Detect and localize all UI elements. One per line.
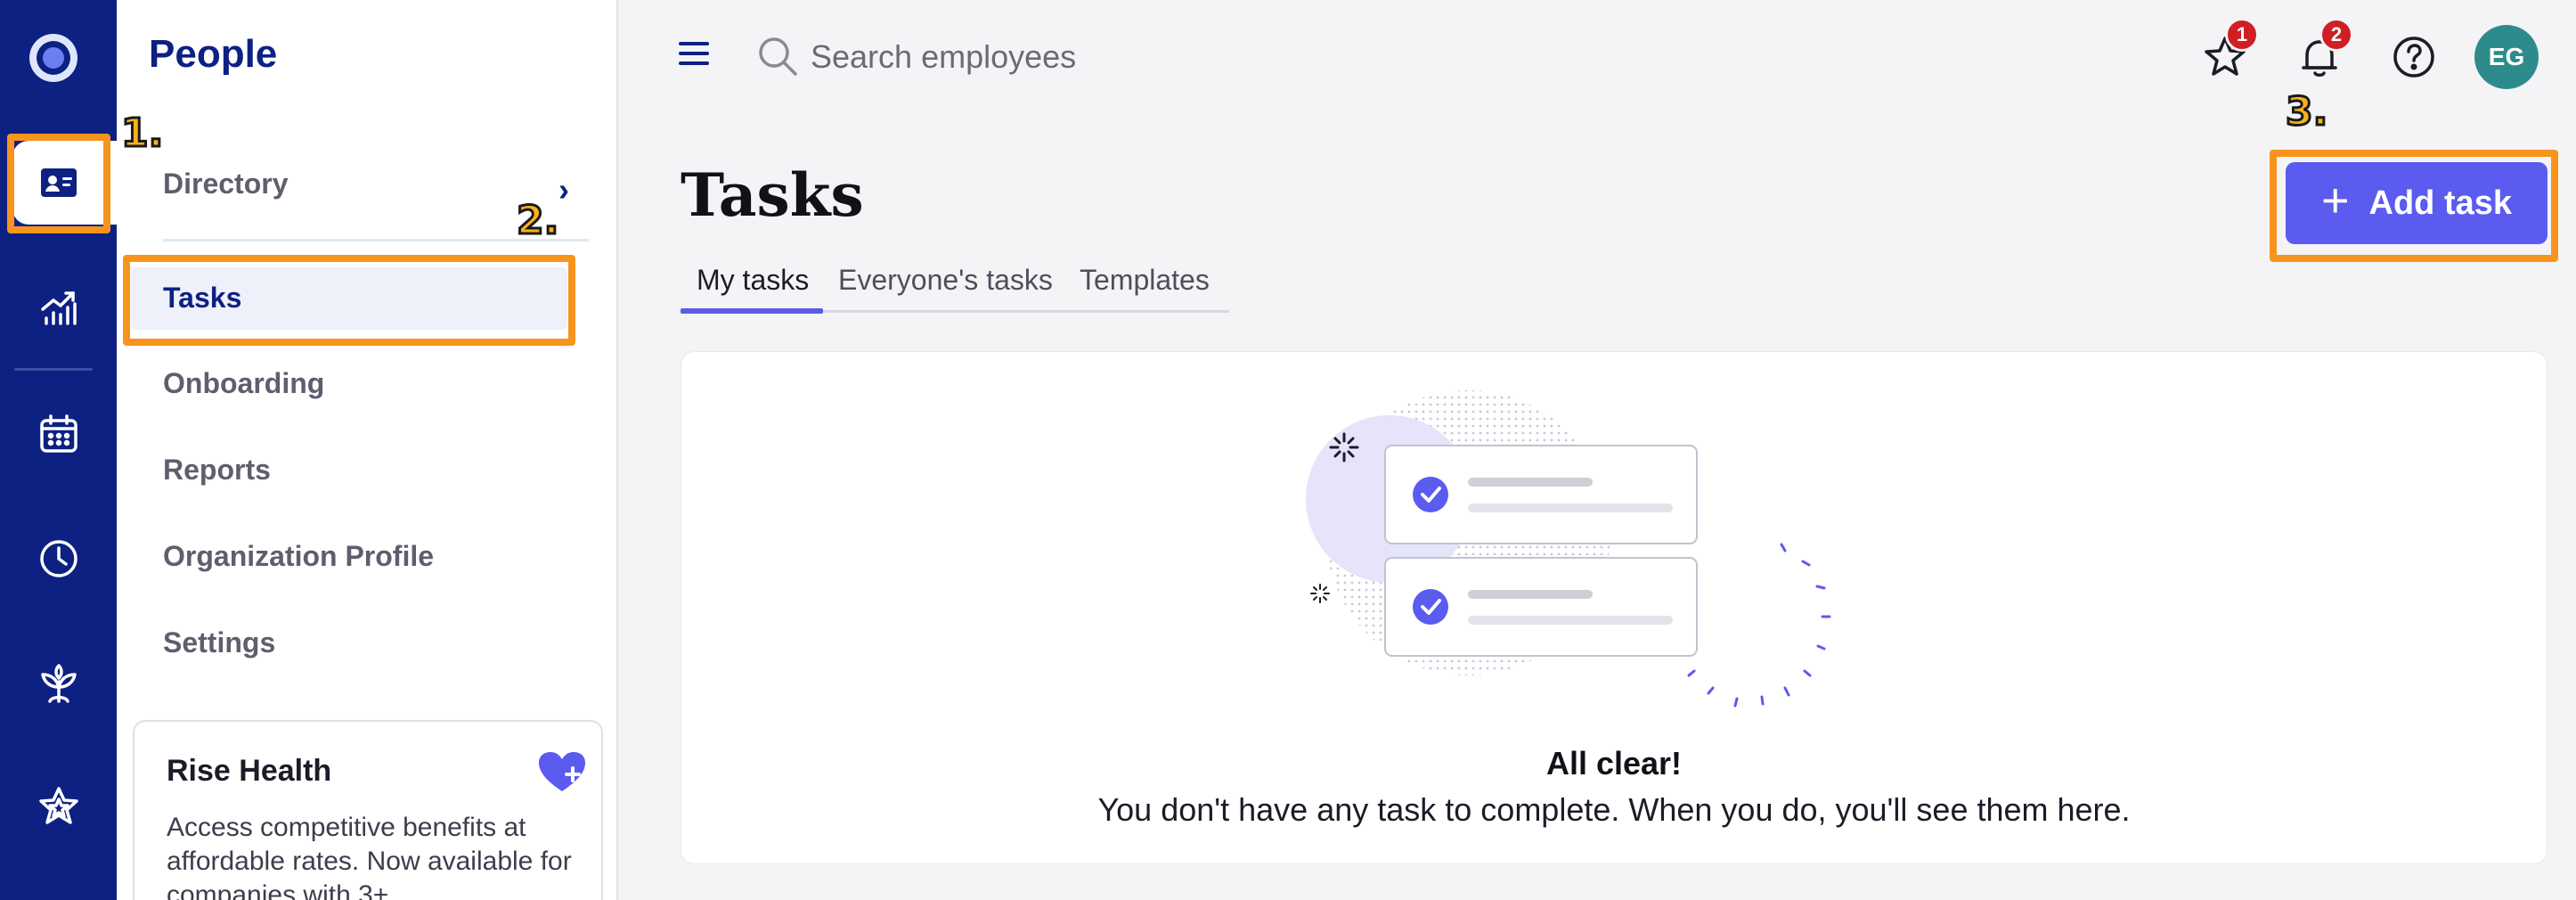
promo-title: Rise Health xyxy=(167,754,332,788)
people-subnav: People Directory › Tasks Onboarding Repo… xyxy=(117,0,618,900)
rail-item-performance[interactable] xyxy=(0,258,117,356)
help-circle-icon xyxy=(2393,37,2434,78)
heart-plus-icon xyxy=(539,752,585,791)
section-title: People xyxy=(149,32,278,76)
favorites-badge: 1 xyxy=(2225,18,2259,52)
step-2-label: 2. xyxy=(515,197,559,245)
help-button[interactable] xyxy=(2387,30,2441,84)
tab-everyones-tasks[interactable]: Everyone's tasks xyxy=(838,264,1053,297)
growth-chart-icon xyxy=(40,291,77,325)
user-avatar[interactable]: EG xyxy=(2474,25,2539,89)
empty-tasks-illustration xyxy=(1306,390,1831,708)
subnav-item-settings[interactable]: Settings xyxy=(163,626,275,659)
tab-templates[interactable]: Templates xyxy=(1080,264,1210,297)
chevron-right-icon[interactable]: › xyxy=(558,171,569,209)
subnav-item-reports[interactable]: Reports xyxy=(163,454,271,487)
clock-icon xyxy=(39,540,77,577)
highlight-add-task-button xyxy=(2270,150,2558,262)
search-input[interactable] xyxy=(811,30,1309,84)
rail-item-favorites[interactable] xyxy=(0,757,117,855)
empty-state-message: You don't have any task to complete. Whe… xyxy=(1097,791,2131,828)
app-logo[interactable] xyxy=(29,34,77,82)
rail-item-benefits[interactable] xyxy=(0,634,117,732)
step-1-label: 1. xyxy=(119,110,164,158)
notifications-badge: 2 xyxy=(2319,18,2353,52)
highlight-people-icon xyxy=(7,134,110,233)
tab-my-tasks[interactable]: My tasks xyxy=(697,264,809,297)
menu-icon[interactable] xyxy=(677,39,713,68)
empty-state-title: All clear! xyxy=(1545,745,1683,781)
rise-health-promo[interactable]: Rise Health Access competitive benefits … xyxy=(133,720,603,900)
step-3-label: 3. xyxy=(2284,88,2328,136)
rail-divider xyxy=(14,368,93,371)
page-title: Tasks xyxy=(681,160,864,230)
subnav-item-directory[interactable]: Directory xyxy=(163,168,289,200)
promo-text: Access competitive benefits at affordabl… xyxy=(167,813,572,900)
subnav-item-organization-profile[interactable]: Organization Profile xyxy=(163,540,434,573)
search-icon xyxy=(759,37,797,76)
star-outline-icon xyxy=(38,787,78,824)
subnav-item-onboarding[interactable]: Onboarding xyxy=(163,367,324,400)
rail-item-time[interactable] xyxy=(0,510,117,608)
rail-item-time-off[interactable] xyxy=(0,385,117,483)
highlight-tasks-item xyxy=(123,255,575,346)
calendar-icon xyxy=(39,414,77,453)
tab-active-indicator xyxy=(681,308,823,314)
plant-icon xyxy=(40,664,77,703)
